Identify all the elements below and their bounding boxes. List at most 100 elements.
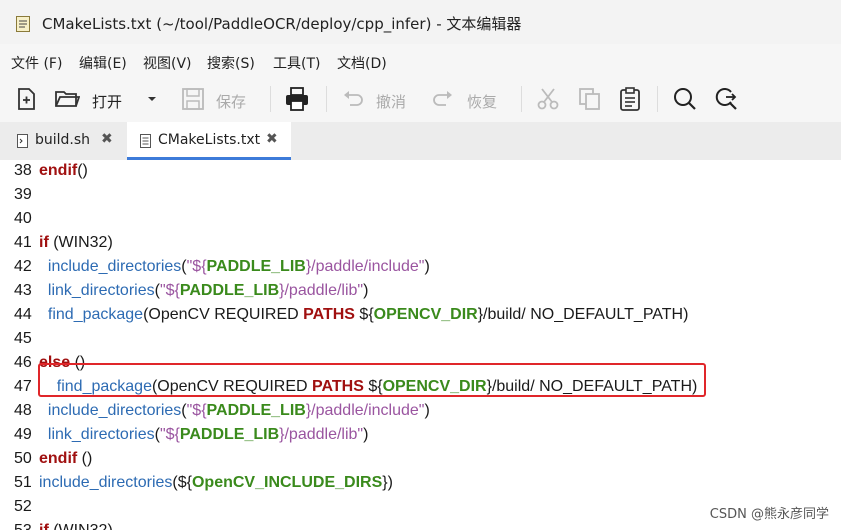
print-icon[interactable] bbox=[284, 86, 310, 112]
code-text: endif () bbox=[39, 450, 92, 468]
code-line[interactable]: 39 bbox=[0, 184, 841, 208]
search-replace-icon[interactable] bbox=[713, 86, 739, 112]
code-token-str: "${ bbox=[159, 426, 180, 443]
search-icon[interactable] bbox=[672, 86, 698, 112]
open-folder-icon[interactable] bbox=[54, 86, 80, 112]
code-token-kw: endif bbox=[39, 162, 78, 179]
paste-icon[interactable] bbox=[617, 86, 643, 112]
line-number: 43 bbox=[14, 282, 32, 299]
redo-button[interactable]: 恢复 bbox=[467, 91, 497, 112]
code-token-str: }/paddle/include" bbox=[305, 402, 425, 419]
code-line[interactable]: 50 endif () bbox=[0, 448, 841, 472]
line-number: 51 bbox=[14, 474, 32, 491]
highlight-annotation-box bbox=[38, 363, 706, 397]
code-token-var: PADDLE_LIB bbox=[206, 258, 306, 275]
undo-button[interactable]: 撤消 bbox=[376, 91, 406, 112]
code-line[interactable]: 48 include_directories("${PADDLE_LIB}/pa… bbox=[0, 400, 841, 424]
line-number: 53 bbox=[14, 522, 32, 530]
window-title: CMakeLists.txt (~/tool/PaddleOCR/deploy/… bbox=[42, 15, 522, 33]
line-number: 49 bbox=[14, 426, 32, 443]
close-icon[interactable]: ✖ bbox=[101, 131, 113, 147]
code-token-var: PADDLE_LIB bbox=[179, 282, 280, 299]
copy-icon[interactable] bbox=[577, 86, 603, 112]
code-line[interactable]: 49 link_directories("${PADDLE_LIB}/paddl… bbox=[0, 424, 841, 448]
code-line[interactable]: 41 if (WIN32) bbox=[0, 232, 841, 256]
code-token-fn: link_directories bbox=[47, 282, 155, 299]
undo-icon[interactable] bbox=[340, 86, 366, 112]
toolbar-divider bbox=[657, 86, 658, 112]
menu-search[interactable]: 搜索(S) bbox=[207, 53, 255, 73]
chevron-down-icon[interactable] bbox=[144, 91, 160, 107]
code-line[interactable]: 44 find_package(OpenCV REQUIRED PATHS ${… bbox=[0, 304, 841, 328]
redo-icon[interactable] bbox=[430, 86, 456, 112]
code-token-fn: include_directories bbox=[47, 258, 182, 275]
code-token-fn: include_directories bbox=[39, 474, 173, 491]
code-line[interactable]: 45 bbox=[0, 328, 841, 352]
code-token-var: PADDLE_LIB bbox=[179, 426, 280, 443]
script-file-icon bbox=[17, 134, 28, 148]
cut-icon[interactable] bbox=[535, 86, 561, 112]
code-text: include_directories("${PADDLE_LIB}/paddl… bbox=[39, 258, 430, 276]
code-token-plain: (OpenCV REQUIRED bbox=[143, 306, 304, 323]
code-text: find_package(OpenCV REQUIRED PATHS ${OPE… bbox=[39, 306, 689, 324]
toolbar-divider bbox=[521, 86, 522, 112]
code-token-plain: ${ bbox=[354, 306, 374, 323]
code-token-str: }/paddle/lib" bbox=[279, 426, 364, 443]
code-token-kw: PATHS bbox=[303, 306, 355, 323]
line-number: 38 bbox=[14, 162, 32, 179]
code-token-fn: include_directories bbox=[47, 402, 182, 419]
text-file-icon bbox=[140, 134, 151, 148]
code-token-str: }/paddle/include" bbox=[305, 258, 425, 275]
line-number: 40 bbox=[14, 210, 32, 227]
code-token-plain: ) bbox=[424, 258, 430, 275]
code-token-plain: }/build/ NO_DEFAULT_PATH) bbox=[477, 306, 689, 323]
code-token-str: "${ bbox=[186, 402, 207, 419]
code-token-plain: ) bbox=[363, 282, 369, 299]
menu-file[interactable]: 文件 (F) bbox=[11, 53, 62, 73]
code-line[interactable]: 40 bbox=[0, 208, 841, 232]
text-file-icon bbox=[16, 16, 30, 32]
tab-build-sh[interactable]: build.sh ✖ bbox=[0, 122, 126, 160]
code-line[interactable]: 43 link_directories("${PADDLE_LIB}/paddl… bbox=[0, 280, 841, 304]
code-token-plain: (WIN32) bbox=[49, 522, 113, 530]
code-line[interactable]: 51 include_directories(${OpenCV_INCLUDE_D… bbox=[0, 472, 841, 496]
close-icon[interactable]: ✖ bbox=[266, 131, 278, 147]
tab-label: build.sh bbox=[35, 132, 91, 148]
code-token-fn: find_package bbox=[47, 306, 144, 323]
line-number: 48 bbox=[14, 402, 32, 419]
line-number: 47 bbox=[14, 378, 32, 395]
code-editor[interactable]: 53if (WIN32)5251include_directories(${Op… bbox=[0, 160, 841, 530]
menu-tools[interactable]: 工具(T) bbox=[273, 53, 320, 73]
code-token-var: OPENCV_DIR bbox=[373, 306, 478, 323]
code-token-kw: endif bbox=[39, 450, 78, 467]
menu-view[interactable]: 视图(V) bbox=[143, 53, 192, 73]
code-token-kw: if bbox=[39, 522, 49, 530]
code-line[interactable]: 38 endif() bbox=[0, 160, 841, 184]
title-bar: CMakeLists.txt (~/tool/PaddleOCR/deploy/… bbox=[0, 0, 841, 45]
code-token-var: OpenCV_INCLUDE_DIRS bbox=[191, 474, 383, 491]
code-token-plain: }) bbox=[382, 474, 393, 491]
line-number: 44 bbox=[14, 306, 32, 323]
code-token-plain: () bbox=[77, 162, 88, 179]
save-icon[interactable] bbox=[180, 86, 206, 112]
code-token-str: "${ bbox=[186, 258, 207, 275]
menu-edit[interactable]: 编辑(E) bbox=[79, 53, 127, 73]
tab-label: CMakeLists.txt bbox=[158, 132, 261, 148]
code-text: include_directories("${PADDLE_LIB}/paddl… bbox=[39, 402, 430, 420]
line-number: 42 bbox=[14, 258, 32, 275]
code-line[interactable]: 42 include_directories("${PADDLE_LIB}/pa… bbox=[0, 256, 841, 280]
line-number: 50 bbox=[14, 450, 32, 467]
code-text: if (WIN32) bbox=[39, 234, 113, 252]
menu-documents[interactable]: 文档(D) bbox=[337, 53, 387, 73]
code-token-str: }/paddle/lib" bbox=[279, 282, 364, 299]
code-token-fn: link_directories bbox=[47, 426, 155, 443]
code-token-plain: () bbox=[77, 450, 93, 467]
tab-cmakelists[interactable]: CMakeLists.txt ✖ bbox=[127, 122, 291, 160]
new-document-icon[interactable] bbox=[14, 86, 40, 112]
open-button[interactable]: 打开 bbox=[92, 91, 122, 112]
line-number: 52 bbox=[14, 498, 32, 515]
tab-bar: build.sh ✖ CMakeLists.txt ✖ bbox=[0, 122, 841, 161]
save-button[interactable]: 保存 bbox=[216, 91, 246, 112]
